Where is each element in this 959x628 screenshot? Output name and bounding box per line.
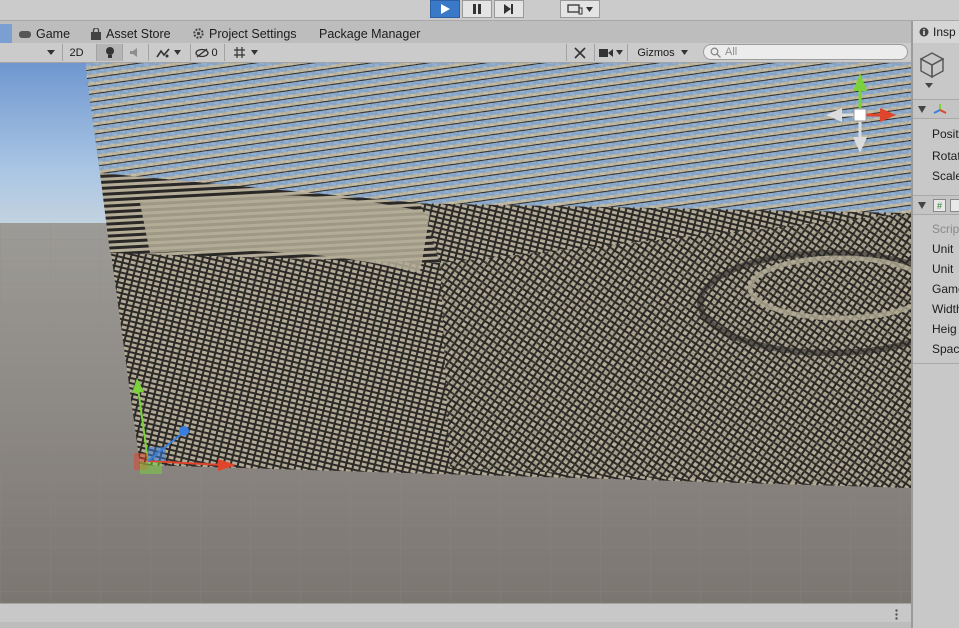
transform-component-header[interactable] [913,99,959,119]
camera-icon [598,48,613,57]
chevron-down-icon [586,6,593,12]
tab-inspector[interactable]: Insp [913,21,959,43]
foldout-arrow-icon [918,202,926,209]
tab-game[interactable]: Game [18,24,70,43]
device-dropdown[interactable] [560,0,600,18]
grid-icon [234,47,245,58]
scene-render [0,63,911,603]
mode-2d-button[interactable]: 2D [62,44,90,61]
search-placeholder: All [725,46,738,58]
tab-label: Game [36,26,71,41]
inspector-tab-label: Insp [933,25,956,39]
tab-label: Project Settings [209,26,297,41]
field-unit-1: Unit [932,242,954,256]
device-icon [567,3,583,14]
info-icon [919,27,929,37]
hidden-objects-toggle[interactable]: 0 [190,44,222,61]
game-icon [19,30,31,38]
mode-2d-label: 2D [69,46,84,59]
field-unit-2: Unit [932,262,954,276]
audio-toggle[interactable] [122,44,146,61]
field-height: Heig [932,322,957,336]
gizmos-dropdown[interactable]: Gizmos [627,44,697,61]
chevron-down-icon[interactable] [925,83,933,88]
effects-dropdown[interactable] [148,44,188,61]
gizmos-label: Gizmos [637,46,675,59]
hidden-count: 0 [211,46,218,59]
tab-asset-store[interactable]: Asset Store [90,24,171,43]
active-tab-edge [0,24,12,43]
play-toolbar [0,0,959,21]
field-spacing: Spac [932,342,959,356]
transform-icon [933,104,947,114]
step-icon [504,4,513,14]
effects-icon [156,47,170,57]
scene-viewport[interactable] [0,63,911,603]
tab-label: Asset Store [106,26,171,41]
search-input[interactable]: All [703,44,908,60]
tab-package-manager[interactable]: Package Manager [319,24,420,43]
tools-button[interactable] [566,44,592,61]
search-icon [710,47,721,58]
field-rotation: Rotat [932,149,959,163]
scene-toolbar: 2D 0 Gizmos All [0,43,911,63]
shopping-bag-icon [91,27,101,40]
field-game: Game [932,282,959,296]
chevron-down-icon [251,50,258,55]
status-strip [0,622,911,628]
pause-icon [473,4,481,14]
component-divider [913,363,959,364]
play-icon [441,4,450,14]
chevron-down-icon [47,50,55,55]
tab-label: Package Manager [319,26,421,41]
step-button[interactable] [494,0,524,18]
game-object-cube-icon [919,52,945,79]
tab-project-settings[interactable]: Project Settings [192,24,297,43]
play-button[interactable] [430,0,460,18]
lighting-toggle[interactable] [96,44,122,61]
field-scale: Scale [932,169,959,183]
scene-bottom-bar [0,603,911,623]
script-component-header[interactable]: # [913,195,959,215]
inspector-panel: Insp Posit Rotat Scale # Scrip Unit Unit… [913,21,959,628]
chevron-down-icon [615,50,623,55]
chevron-down-icon [680,50,688,55]
eye-slash-icon [195,47,210,58]
script-icon: # [933,199,946,212]
chevron-down-icon [174,50,181,55]
pause-button[interactable] [462,0,492,18]
grid-dropdown[interactable] [224,44,266,61]
draw-mode-dropdown[interactable] [0,44,60,61]
kebab-menu-icon[interactable] [895,609,898,620]
tab-bar: Game Asset Store Project Settings Packag… [0,21,911,44]
foldout-arrow-icon [918,106,926,113]
field-position: Posit [932,127,959,141]
gear-icon [193,28,204,39]
field-script: Scrip [932,222,959,236]
camera-dropdown[interactable] [594,44,626,61]
speaker-icon [129,48,137,57]
tools-icon [573,46,586,59]
light-bulb-icon [105,47,114,58]
field-width: Width [932,302,959,316]
enabled-checkbox[interactable] [950,199,959,212]
